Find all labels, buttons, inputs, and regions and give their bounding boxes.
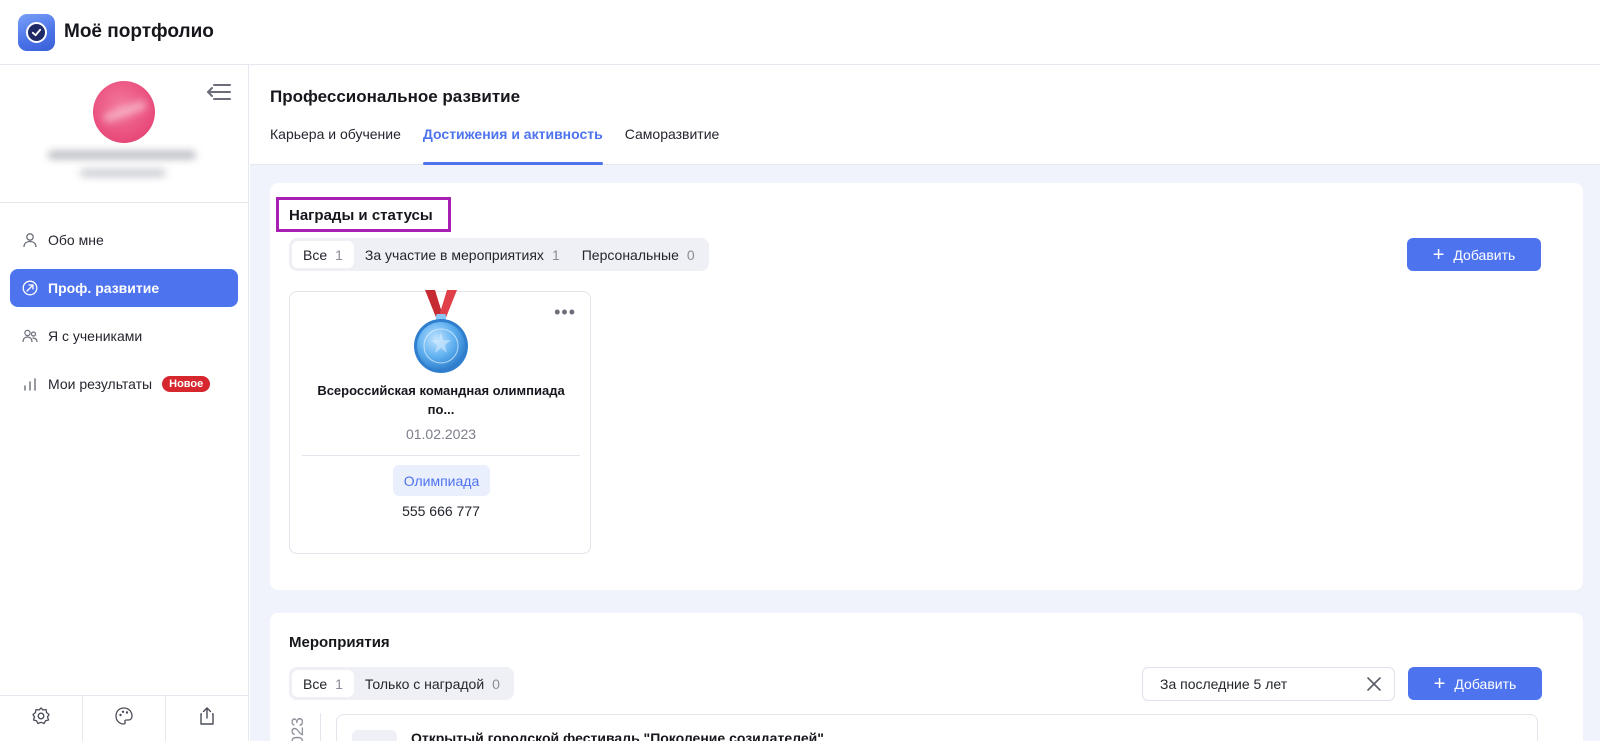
award-title: Всероссийская командная олимпиада по... bbox=[317, 383, 565, 417]
collapse-sidebar-icon[interactable] bbox=[206, 81, 232, 103]
awards-title: Награды и статусы bbox=[289, 207, 433, 224]
awards-filters: Все 1 За участие в мероприятиях 1 Персон… bbox=[289, 238, 709, 271]
period-select[interactable]: За последние 5 лет bbox=[1142, 667, 1395, 701]
event-card[interactable]: Открытый городской фестиваль "Поколение … bbox=[336, 714, 1538, 741]
filter-label: Все bbox=[303, 675, 328, 692]
filter-all[interactable]: Все 1 bbox=[292, 670, 354, 697]
plus-icon: + bbox=[1432, 243, 1445, 266]
growth-arrow-icon bbox=[22, 280, 38, 296]
plus-icon: + bbox=[1433, 672, 1446, 695]
more-options-icon[interactable]: ••• bbox=[554, 303, 576, 321]
new-badge: Новое bbox=[162, 376, 211, 392]
add-event-button[interactable]: + Добавить bbox=[1408, 667, 1542, 700]
filter-label: Персональные bbox=[581, 246, 679, 263]
award-date: 01.02.2023 bbox=[405, 426, 477, 442]
year-label: 2023 bbox=[288, 717, 307, 741]
tab-achievements[interactable]: Достижения и активность bbox=[422, 125, 603, 165]
filter-all[interactable]: Все 1 bbox=[292, 241, 354, 268]
award-card[interactable]: ••• Всероссийская командная олимпиада по… bbox=[289, 290, 591, 554]
user-icon bbox=[22, 232, 38, 248]
timeline-line bbox=[320, 713, 321, 741]
theme-button[interactable] bbox=[83, 696, 166, 741]
filter-label: Только с наградой bbox=[364, 675, 485, 692]
share-button[interactable] bbox=[166, 696, 248, 741]
event-thumbnail bbox=[352, 730, 397, 741]
sidebar-item-label: Проф. развитие bbox=[48, 280, 160, 296]
sidebar-item-prof-development[interactable]: Проф. развитие bbox=[10, 269, 238, 307]
divider bbox=[302, 455, 580, 456]
sidebar-item-about[interactable]: Обо мне bbox=[10, 221, 238, 259]
filter-participation[interactable]: За участие в мероприятиях 1 bbox=[354, 241, 571, 268]
app-logo-icon[interactable] bbox=[18, 13, 55, 51]
filter-count: 1 bbox=[335, 246, 343, 263]
settings-button[interactable] bbox=[0, 696, 83, 741]
filter-count: 0 bbox=[686, 246, 695, 263]
sidebar-nav: Обо мне Проф. развитие Я с учениками Мои… bbox=[0, 203, 248, 403]
bar-chart-icon bbox=[22, 376, 38, 392]
sidebar-item-students[interactable]: Я с учениками bbox=[10, 317, 238, 355]
filter-label: Все bbox=[303, 246, 328, 263]
page-header: Профессиональное развитие Карьера и обуч… bbox=[250, 65, 1600, 165]
add-award-button[interactable]: + Добавить bbox=[1407, 238, 1541, 271]
add-label: Добавить bbox=[1454, 675, 1517, 692]
medal-icon bbox=[411, 290, 471, 376]
award-type-tag: Олимпиада bbox=[393, 465, 490, 496]
gear-icon bbox=[31, 706, 51, 731]
filter-count: 0 bbox=[492, 675, 500, 692]
tab-career[interactable]: Карьера и обучение bbox=[270, 125, 401, 165]
users-icon bbox=[22, 328, 38, 344]
section-tabs: Карьера и обучение Достижения и активнос… bbox=[270, 125, 741, 165]
close-icon[interactable] bbox=[1366, 676, 1382, 692]
app-title: Моё портфолио bbox=[64, 21, 214, 42]
period-value: За последние 5 лет bbox=[1160, 676, 1288, 692]
filter-label: За участие в мероприятиях bbox=[364, 246, 544, 263]
filter-personal[interactable]: Персональные 0 bbox=[571, 241, 706, 268]
top-bar: Моё портфолио bbox=[0, 0, 1600, 65]
avatar[interactable] bbox=[93, 81, 155, 143]
user-role-blurred bbox=[80, 169, 166, 177]
add-label: Добавить bbox=[1453, 246, 1516, 263]
sidebar-footer bbox=[0, 695, 248, 741]
events-title: Мероприятия bbox=[289, 634, 390, 651]
palette-icon bbox=[114, 706, 134, 731]
share-icon bbox=[197, 706, 217, 731]
events-section: Мероприятия Все 1 Только с наградой 0 За… bbox=[270, 613, 1583, 741]
main-content: Профессиональное развитие Карьера и обуч… bbox=[250, 65, 1600, 741]
awards-section: Награды и статусы Все 1 За участие в мер… bbox=[270, 183, 1583, 590]
award-number: 555 666 777 bbox=[402, 503, 480, 519]
profile-block bbox=[0, 65, 248, 203]
sidebar-item-label: Мои результаты bbox=[48, 376, 153, 392]
sidebar-item-label: Обо мне bbox=[48, 232, 104, 248]
events-filters: Все 1 Только с наградой 0 bbox=[289, 667, 514, 700]
timeline-year: 2023 bbox=[286, 715, 310, 741]
sidebar-item-label: Я с учениками bbox=[48, 328, 143, 344]
sidebar-item-results[interactable]: Мои результаты Новое bbox=[10, 365, 238, 403]
event-title: Открытый городской фестиваль "Поколение … bbox=[411, 730, 824, 741]
page-title: Профессиональное развитие bbox=[270, 87, 521, 106]
sidebar: Обо мне Проф. развитие Я с учениками Мои… bbox=[0, 65, 249, 741]
user-name-blurred bbox=[48, 151, 196, 159]
filter-count: 1 bbox=[551, 246, 560, 263]
filter-with-award[interactable]: Только с наградой 0 bbox=[354, 670, 511, 697]
filter-count: 1 bbox=[335, 675, 343, 692]
tab-self-development[interactable]: Саморазвитие bbox=[625, 125, 720, 165]
